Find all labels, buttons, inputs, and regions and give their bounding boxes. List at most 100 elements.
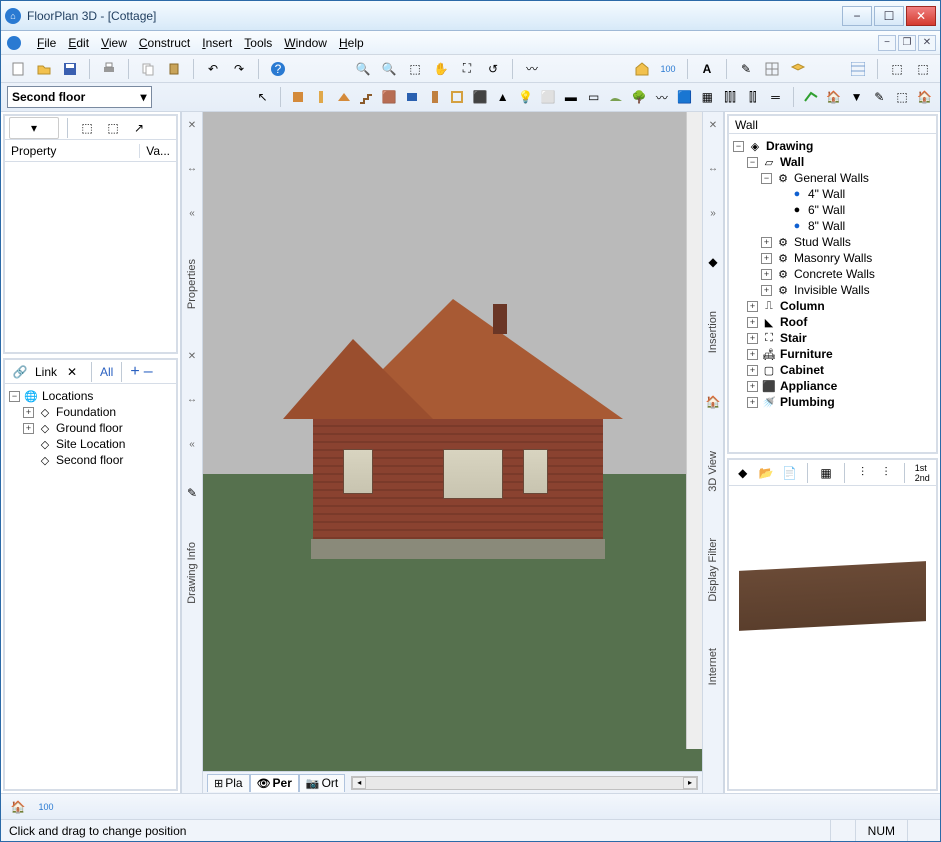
tree-roof[interactable]: Roof bbox=[780, 315, 807, 329]
expand-icon[interactable]: + bbox=[761, 237, 772, 248]
collapse-icon[interactable]: − bbox=[733, 141, 744, 152]
pv-list2-icon[interactable]: ⫶ bbox=[876, 462, 895, 484]
layers-icon[interactable] bbox=[787, 58, 809, 80]
pv-list1-icon[interactable]: ⫶ bbox=[853, 462, 872, 484]
locations-tree[interactable]: − 🌐 Locations + ◇ Foundation + ◇ Ground … bbox=[5, 384, 176, 789]
pv-mode1-icon[interactable]: ▦ bbox=[816, 462, 835, 484]
zoom-prev-icon[interactable]: ↺ bbox=[482, 58, 504, 80]
expand-icon[interactable]: + bbox=[747, 365, 758, 376]
collapse-icon[interactable]: − bbox=[747, 157, 758, 168]
menu-tools[interactable]: Tools bbox=[244, 36, 272, 50]
menu-window[interactable]: Window bbox=[284, 36, 327, 50]
tree-wall[interactable]: Wall bbox=[780, 155, 804, 169]
mdi-close-button[interactable]: ✕ bbox=[918, 35, 936, 51]
fixture-tool-icon[interactable]: ▲ bbox=[493, 86, 512, 108]
zoom-out-icon[interactable]: 🔍 bbox=[378, 58, 400, 80]
link-icon[interactable]: 🔗 bbox=[9, 361, 31, 383]
tree-furniture[interactable]: Furniture bbox=[780, 347, 833, 361]
tab-plan[interactable]: ⊞ Pla bbox=[207, 774, 250, 792]
grid-tool-icon[interactable] bbox=[761, 58, 783, 80]
opening-tool-icon[interactable]: ⬜ bbox=[539, 86, 558, 108]
tab-perspective[interactable]: 👁 Per bbox=[250, 774, 299, 792]
tool-e-icon[interactable]: ⬚ bbox=[893, 86, 912, 108]
all-filter[interactable]: All bbox=[100, 365, 113, 379]
new-icon[interactable] bbox=[7, 58, 29, 80]
tree-4wall[interactable]: 4" Wall bbox=[808, 187, 845, 201]
pin-icon[interactable]: ✕ bbox=[188, 120, 196, 131]
menu-view[interactable]: View bbox=[101, 36, 127, 50]
delete-link-icon[interactable]: ✕ bbox=[61, 361, 83, 383]
maximize-button[interactable]: ☐ bbox=[874, 6, 904, 26]
properties-grid[interactable] bbox=[5, 162, 176, 352]
view3d-mini-icon[interactable]: 🏠 bbox=[702, 391, 724, 413]
tab-3dview[interactable]: 3D View bbox=[705, 443, 721, 500]
tool-d-icon[interactable]: ✎ bbox=[870, 86, 889, 108]
expand-icon[interactable]: + bbox=[761, 285, 772, 296]
remove-button[interactable]: – bbox=[144, 363, 153, 381]
menu-insert[interactable]: Insert bbox=[202, 36, 232, 50]
prop-eyedrop-icon[interactable]: ↗ bbox=[128, 117, 150, 139]
tool-f-icon[interactable]: 🏠 bbox=[915, 86, 934, 108]
tree-drawing[interactable]: Drawing bbox=[766, 139, 813, 153]
text-icon[interactable]: A bbox=[696, 58, 718, 80]
pin-icon[interactable]: ✕ bbox=[188, 351, 196, 362]
pv-open-icon[interactable]: 📂 bbox=[756, 462, 775, 484]
path-tool-icon[interactable]: 〰 bbox=[652, 86, 671, 108]
measure-icon[interactable]: 〰 bbox=[521, 58, 543, 80]
copy-icon[interactable] bbox=[137, 58, 159, 80]
location-site[interactable]: Site Location bbox=[56, 437, 125, 451]
expand-icon[interactable]: + bbox=[747, 381, 758, 392]
menu-file[interactable]: File bbox=[37, 36, 56, 50]
floor-selector[interactable]: Second floor ▾ bbox=[7, 86, 152, 108]
mdi-restore-button[interactable]: ❐ bbox=[898, 35, 916, 51]
paste-icon[interactable] bbox=[163, 58, 185, 80]
tree-plumbing[interactable]: Plumbing bbox=[780, 395, 835, 409]
deck-tool-icon[interactable]: ▦ bbox=[698, 86, 717, 108]
zoom-window-icon[interactable]: ⬚ bbox=[404, 58, 426, 80]
zoom-extents-icon[interactable]: ⛶ bbox=[456, 58, 478, 80]
tree-6wall[interactable]: 6" Wall bbox=[808, 203, 845, 217]
expand-icon[interactable]: + bbox=[23, 407, 34, 418]
collapse-arrow-icon[interactable]: ↔ bbox=[187, 163, 197, 174]
prop-combo[interactable]: ▾ bbox=[9, 117, 59, 139]
collapse-arrow-icon[interactable]: ↔ bbox=[708, 163, 718, 174]
bt-dim-icon[interactable]: 100 bbox=[35, 796, 57, 818]
zoom-in-icon[interactable]: 🔍 bbox=[352, 58, 374, 80]
menu-help[interactable]: Help bbox=[339, 36, 364, 50]
undo-icon[interactable]: ↶ bbox=[202, 58, 224, 80]
tree-root-label[interactable]: Locations bbox=[42, 389, 93, 403]
rail-tool-icon[interactable]: ═ bbox=[766, 86, 785, 108]
light-tool-icon[interactable]: 💡 bbox=[516, 86, 535, 108]
expand-icon[interactable]: + bbox=[747, 349, 758, 360]
expand-icon[interactable]: + bbox=[747, 301, 758, 312]
expand-icon[interactable]: + bbox=[747, 317, 758, 328]
prop-btn2-icon[interactable]: ⬚ bbox=[102, 117, 124, 139]
window-tool-icon[interactable] bbox=[448, 86, 467, 108]
print-icon[interactable] bbox=[98, 58, 120, 80]
collapse-arrow-icon[interactable]: « bbox=[189, 439, 195, 450]
tree-stair[interactable]: Stair bbox=[780, 331, 807, 345]
tool-c-icon[interactable]: ▼ bbox=[847, 86, 866, 108]
tab-internet[interactable]: Internet bbox=[705, 640, 721, 693]
prop-btn1-icon[interactable]: ⬚ bbox=[76, 117, 98, 139]
minimize-button[interactable]: − bbox=[842, 6, 872, 26]
bt-house-icon[interactable]: 🏠 bbox=[7, 796, 29, 818]
expand-icon[interactable]: + bbox=[23, 423, 34, 434]
tree-8wall[interactable]: 8" Wall bbox=[808, 219, 845, 233]
preview-area[interactable] bbox=[729, 486, 936, 789]
column-tool-icon[interactable] bbox=[311, 86, 330, 108]
grid-display-icon[interactable] bbox=[847, 58, 869, 80]
save-icon[interactable] bbox=[59, 58, 81, 80]
tree-invisible[interactable]: Invisible Walls bbox=[794, 283, 870, 297]
house-model[interactable] bbox=[283, 299, 623, 559]
location-ground[interactable]: Ground floor bbox=[56, 421, 123, 435]
ref2-icon[interactable]: ⬚ bbox=[912, 58, 934, 80]
tree-column[interactable]: Column bbox=[780, 299, 825, 313]
value-column-header[interactable]: Va... bbox=[140, 144, 176, 158]
furniture-tool-icon[interactable]: 🟫 bbox=[380, 86, 399, 108]
tree-cabinet[interactable]: Cabinet bbox=[780, 363, 824, 377]
property-column-header[interactable]: Property bbox=[5, 144, 140, 158]
tab-properties[interactable]: Properties bbox=[184, 251, 200, 317]
gate-tool-icon[interactable]: ⫿⫿ bbox=[743, 86, 762, 108]
pin-icon[interactable]: ✕ bbox=[709, 120, 717, 131]
